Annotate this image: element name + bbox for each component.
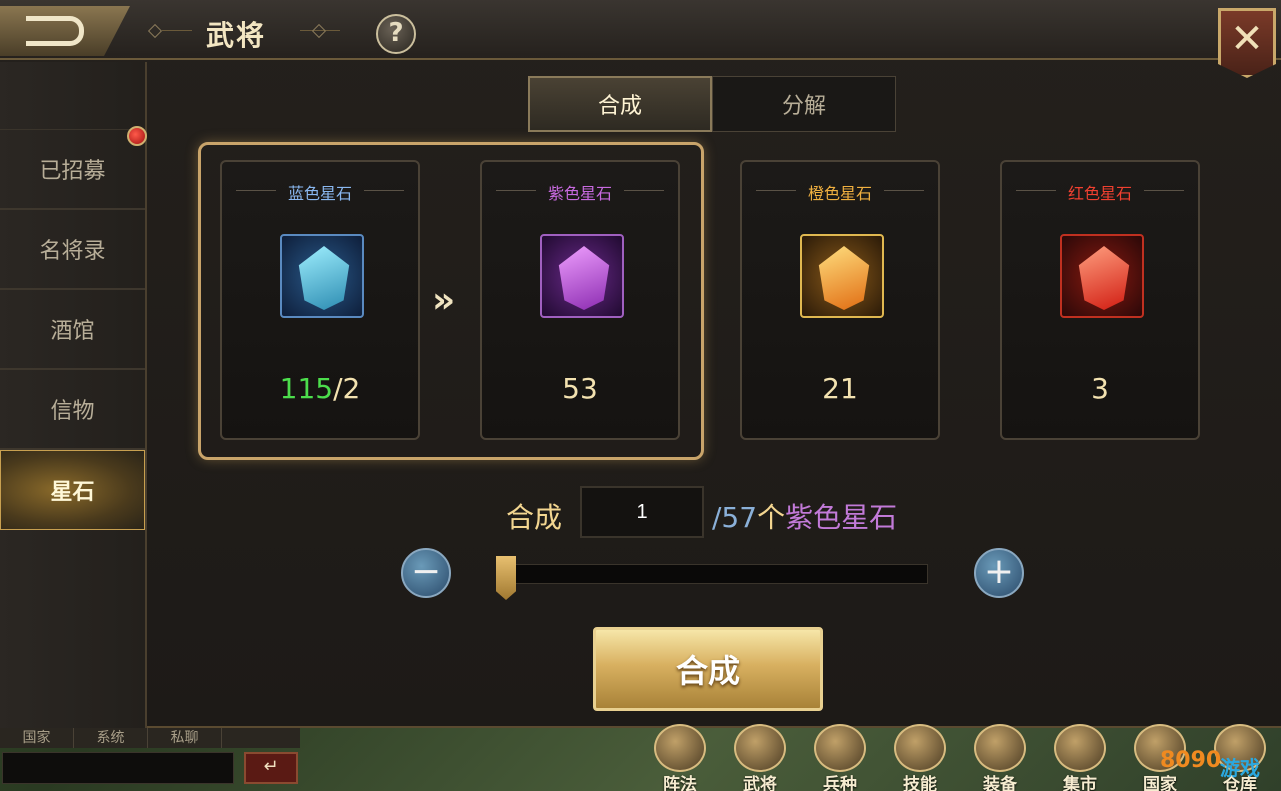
site-watermark-logo: 8090 游戏 <box>1150 740 1280 790</box>
gem-shape <box>558 246 610 310</box>
send-icon[interactable]: ↵ <box>244 752 298 784</box>
red-starstone-icon <box>1060 234 1144 318</box>
chat-tab-system[interactable]: 系统 <box>74 728 148 748</box>
stone-card-purple[interactable]: 紫色星石 53 <box>480 160 680 440</box>
gem-shape <box>818 246 870 310</box>
stone-card-blue[interactable]: 蓝色星石 115/2 <box>220 160 420 440</box>
tab-bar: 合成 分解 <box>528 76 896 132</box>
decrease-button[interactable]: − <box>401 548 451 598</box>
chat-tab-private[interactable]: 私聊 <box>148 728 222 748</box>
stone-name: 红色星石 <box>1067 184 1132 203</box>
title-bar: 武将 ? ✕ <box>0 0 1281 78</box>
stone-count: 115/2 <box>222 372 418 405</box>
gem-shape <box>1078 246 1130 310</box>
menu-label: 阵法 <box>663 775 697 791</box>
count-need: /2 <box>333 372 361 405</box>
title-deco-left <box>147 23 163 39</box>
menu-label: 集市 <box>1063 775 1097 791</box>
stone-name: 橙色星石 <box>807 184 872 203</box>
chat-tabs: 国家 系统 私聊 <box>0 728 300 748</box>
stone-card-red[interactable]: 红色星石 3 <box>1000 160 1200 440</box>
help-button[interactable]: ? <box>376 14 416 54</box>
name-deco <box>624 190 664 191</box>
name-deco <box>1144 190 1184 191</box>
stone-name: 蓝色星石 <box>287 184 352 203</box>
menu-label: 装备 <box>983 775 1017 791</box>
menu-equipment[interactable]: 装备 <box>960 722 1040 791</box>
title-deco-right <box>311 23 327 39</box>
sidebar-ornament <box>0 62 145 130</box>
quantity-input[interactable] <box>580 486 704 538</box>
unit-text: 个 <box>757 501 786 534</box>
stone-count: 21 <box>822 372 858 405</box>
menu-formation[interactable]: 阵法 <box>640 722 720 791</box>
purple-starstone-icon <box>540 234 624 318</box>
sidebar-item-tavern[interactable]: 酒馆 <box>0 290 145 370</box>
sidebar-item-recruited[interactable]: 已招募 <box>0 130 145 210</box>
target-item-text: 紫色星石 <box>785 501 898 534</box>
menu-label: 技能 <box>903 775 937 791</box>
notification-dot <box>127 126 147 146</box>
stone-count: 3 <box>1091 372 1109 405</box>
menu-troops[interactable]: 兵种 <box>800 722 880 791</box>
name-deco <box>884 190 924 191</box>
close-button[interactable]: ✕ <box>1218 8 1276 78</box>
sidebar-item-tokens[interactable]: 信物 <box>0 370 145 450</box>
quantity-slider[interactable] <box>500 564 928 584</box>
synthesize-button[interactable]: 合成 <box>593 627 823 711</box>
gem-shape <box>298 246 350 310</box>
menu-generals[interactable]: 武将 <box>720 722 800 791</box>
stone-name: 紫色星石 <box>547 184 612 203</box>
max-prefix: /57 <box>712 501 758 534</box>
double-chevron-right-icon: » <box>432 280 456 321</box>
max-quantity-text: /57个紫色星石 <box>712 496 897 536</box>
chat-input[interactable] <box>2 752 234 784</box>
stone-card-orange[interactable]: 橙色星石 21 <box>740 160 940 440</box>
title-line-left <box>162 30 192 31</box>
name-deco <box>364 190 404 191</box>
sidebar-item-starstone[interactable]: 星石 <box>0 450 145 530</box>
watermark-number: 8090 <box>1160 748 1222 773</box>
formation-icon <box>654 724 706 772</box>
horse-icon <box>814 724 866 772</box>
generals-window: 武将 ? ✕ 已招募 名将录 酒馆 信物 星石 合成 分解 蓝色星石 115/2… <box>0 0 1281 728</box>
menu-market[interactable]: 集市 <box>1040 722 1120 791</box>
general-helmet-icon <box>734 724 786 772</box>
menu-label: 武将 <box>743 775 777 791</box>
blue-starstone-icon <box>280 234 364 318</box>
count-have: 115 <box>279 372 334 405</box>
watermark-text: 游戏 <box>1220 756 1260 780</box>
menu-label: 兵种 <box>823 775 857 791</box>
gold-ingot-icon <box>1054 724 1106 772</box>
menu-skills[interactable]: 技能 <box>880 722 960 791</box>
stone-count: 53 <box>562 372 598 405</box>
synth-label: 合成 <box>506 501 563 534</box>
tab-decompose[interactable]: 分解 <box>712 76 896 132</box>
scroll-icon <box>894 724 946 772</box>
slider-handle[interactable] <box>496 556 516 600</box>
sidebar: 已招募 名将录 酒馆 信物 星石 <box>0 62 147 728</box>
sidebar-item-famous-generals[interactable]: 名将录 <box>0 210 145 290</box>
increase-button[interactable]: + <box>974 548 1024 598</box>
anvil-icon <box>974 724 1026 772</box>
chat-tab-country[interactable]: 国家 <box>0 728 74 748</box>
tab-synthesize[interactable]: 合成 <box>528 76 712 132</box>
page-title: 武将 <box>206 19 267 52</box>
back-arrow-icon <box>26 16 84 46</box>
back-button[interactable] <box>0 6 130 56</box>
orange-starstone-icon <box>800 234 884 318</box>
